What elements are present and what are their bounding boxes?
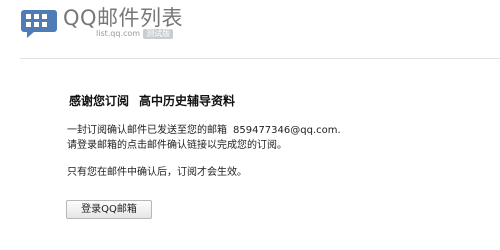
subscription-confirm-page: QQ邮件列表 list.qq.com 测试版 感谢您订阅 高中历史辅导资料 一封订阅… [0,0,500,250]
confirmation-sent-message: 一封订阅确认邮件已发送至您的邮箱 859477346@qq.com. [67,124,341,137]
login-qq-mail-button[interactable]: 登录QQ邮箱 [66,200,152,219]
login-instruction-message: 请登录邮箱的点击邮件确认链接以完成您的订阅。 [67,140,287,151]
confirmation-sent-text: 一封订阅确认邮件已发送至您的邮箱 [67,125,227,136]
subscription-name: 高中历史辅导资料 [139,94,236,108]
app-subdomain: list.qq.com 测试版 [96,29,174,39]
page-title: 感谢您订阅 高中历史辅导资料 [69,93,235,109]
chat-bubble-grid-icon [21,10,57,38]
header-divider [20,58,500,59]
activation-note: 只有您在邮件中确认后，订阅才会生效。 [67,167,247,178]
title-prefix: 感谢您订阅 [69,94,130,108]
beta-badge: 测试版 [143,29,174,39]
app-title: QQ邮件列表 [63,6,184,30]
recipient-email: 859477346@qq.com. [233,125,341,136]
header: QQ邮件列表 list.qq.com 测试版 [0,0,500,56]
subdomain-text: list.qq.com [96,29,141,38]
